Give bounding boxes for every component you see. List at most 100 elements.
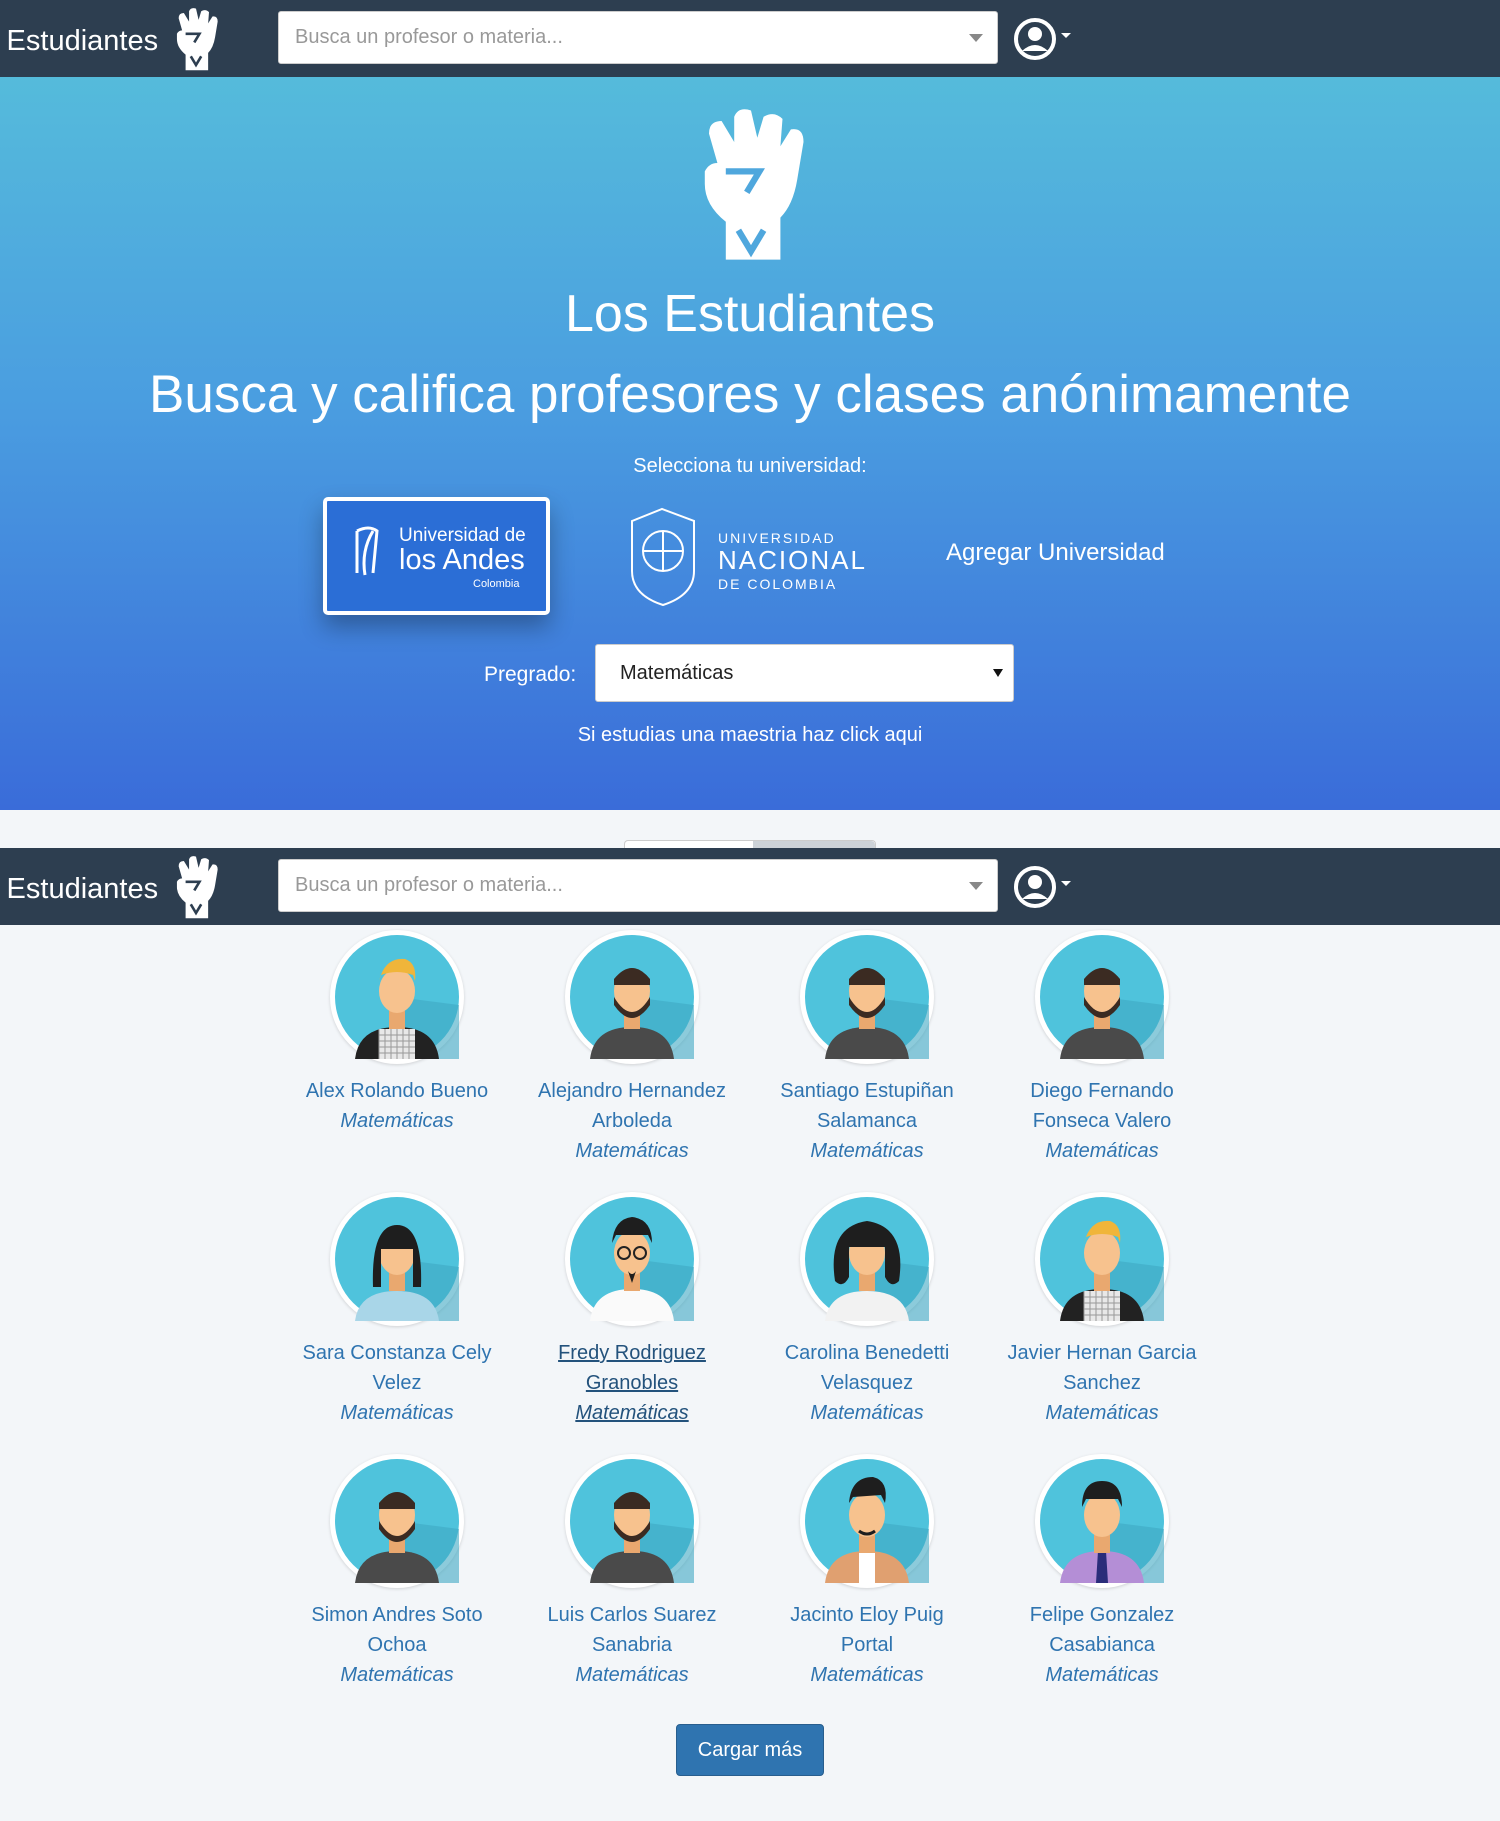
avatar[interactable] [330, 930, 464, 1064]
professor-card[interactable]: Alex Rolando Bueno Matemáticas [282, 930, 512, 1136]
avatar[interactable] [565, 1454, 699, 1588]
university-andes-button[interactable]: Universidad de los Andes Colombia [323, 497, 550, 615]
site-tagline: Busca y califica profesores y clases anó… [149, 365, 1351, 424]
search-box[interactable] [278, 859, 998, 912]
professor-name-link[interactable]: Javier Hernan Garcia Sanchez [987, 1338, 1217, 1398]
top-navbar: s Estudiantes [0, 0, 1500, 77]
professor-avatar-icon [570, 1459, 694, 1583]
professor-department[interactable]: Matemáticas [752, 1398, 982, 1428]
nacional-logo: UNIVERSIDAD NACIONAL DE COLOMBIA [631, 507, 867, 607]
professor-card[interactable]: Simon Andres Soto Ochoa Matemáticas [282, 1454, 512, 1690]
professor-avatar-icon [335, 1197, 459, 1321]
university-nacional-button[interactable]: UNIVERSIDAD NACIONAL DE COLOMBIA [622, 501, 874, 609]
avatar[interactable] [330, 1192, 464, 1326]
caret-down-icon[interactable] [1061, 32, 1071, 38]
user-account-icon[interactable] [1013, 17, 1057, 61]
professor-department[interactable]: Matemáticas [282, 1106, 512, 1136]
tab-switcher[interactable] [624, 840, 876, 849]
pregrado-select[interactable]: Matemáticas [595, 644, 1014, 702]
site-title: Los Estudiantes [564, 285, 936, 343]
fist-logo-icon [177, 7, 218, 70]
professor-name-link[interactable]: Alex Rolando Bueno [282, 1076, 512, 1106]
professor-name-link[interactable]: Diego Fernando Fonseca Valero [987, 1076, 1217, 1136]
maestria-link[interactable]: Si estudias una maestria haz click aqui [0, 724, 1500, 747]
professor-name-link[interactable]: Carolina Benedetti Velasquez [752, 1338, 982, 1398]
professor-card[interactable]: Alejandro Hernandez Arboleda Matemáticas [517, 930, 747, 1166]
professor-department[interactable]: Matemáticas [752, 1660, 982, 1690]
professor-avatar-icon [335, 935, 459, 1059]
professor-avatar-icon [1040, 935, 1164, 1059]
andes-logo: Universidad de los Andes Colombia [355, 525, 526, 590]
professor-card[interactable]: Carolina Benedetti Velasquez Matemáticas [752, 1192, 982, 1428]
pregrado-label: Pregrado: [484, 663, 577, 686]
avatar[interactable] [800, 1454, 934, 1588]
professor-name-link[interactable]: Alejandro Hernandez Arboleda [517, 1076, 747, 1136]
svg-text:UNIVERSIDAD: UNIVERSIDAD [718, 530, 836, 546]
professor-card[interactable]: Javier Hernan Garcia Sanchez Matemáticas [987, 1192, 1217, 1428]
professor-card[interactable]: Sara Constanza Cely Velez Matemáticas [282, 1192, 512, 1428]
fist-logo-icon [177, 855, 218, 918]
hero-section: Los Estudiantes Busca y califica profeso… [0, 77, 1500, 810]
chevron-down-icon[interactable] [969, 34, 983, 42]
professor-avatar-icon [570, 1197, 694, 1321]
professor-department[interactable]: Matemáticas [282, 1398, 512, 1428]
svg-text:Universidad de: Universidad de [399, 525, 526, 546]
professor-avatar-icon [570, 935, 694, 1059]
professor-name-link[interactable]: Felipe Gonzalez Casabianca [987, 1600, 1217, 1660]
professor-department[interactable]: Matemáticas [517, 1398, 747, 1428]
avatar[interactable] [1035, 930, 1169, 1064]
user-menu[interactable] [1013, 863, 1077, 911]
avatar[interactable] [1035, 1454, 1169, 1588]
avatar[interactable] [565, 1192, 699, 1326]
professor-name-link[interactable]: Jacinto Eloy Puig Portal [752, 1600, 982, 1660]
professor-card[interactable]: Luis Carlos Suarez Sanabria Matemáticas [517, 1454, 747, 1690]
avatar[interactable] [800, 1192, 934, 1326]
avatar[interactable] [800, 930, 934, 1064]
avatar[interactable] [330, 1454, 464, 1588]
search-box[interactable] [278, 11, 998, 64]
chevron-down-icon[interactable] [969, 882, 983, 890]
search-input[interactable] [279, 860, 939, 911]
dropdown-arrow-icon[interactable] [993, 669, 1003, 677]
brand-text[interactable]: s Estudiantes [0, 873, 158, 906]
professor-name-link[interactable]: Santiago Estupiñan Salamanca [752, 1076, 982, 1136]
load-more-button[interactable]: Cargar más [676, 1724, 824, 1776]
professor-avatar-icon [1040, 1197, 1164, 1321]
user-account-icon[interactable] [1013, 865, 1057, 909]
professor-name-link[interactable]: Sara Constanza Cely Velez [282, 1338, 512, 1398]
brand[interactable]: s Estudiantes [0, 0, 222, 77]
professor-department[interactable]: Matemáticas [987, 1398, 1217, 1428]
brand[interactable]: s Estudiantes [0, 848, 222, 925]
professor-card[interactable]: Felipe Gonzalez Casabianca Matemáticas [987, 1454, 1217, 1690]
professor-avatar-icon [805, 935, 929, 1059]
professor-card[interactable]: Diego Fernando Fonseca Valero Matemáticas [987, 930, 1217, 1166]
professor-department[interactable]: Matemáticas [282, 1660, 512, 1690]
professor-card[interactable]: Santiago Estupiñan Salamanca Matemáticas [752, 930, 982, 1166]
add-university-link[interactable]: Agregar Universidad [946, 539, 1165, 567]
avatar[interactable] [1035, 1192, 1169, 1326]
professor-card[interactable]: Jacinto Eloy Puig Portal Matemáticas [752, 1454, 982, 1690]
professor-name-link[interactable]: Luis Carlos Suarez Sanabria [517, 1600, 747, 1660]
professor-department[interactable]: Matemáticas [987, 1136, 1217, 1166]
professor-avatar-icon [335, 1459, 459, 1583]
professor-name-link[interactable]: Fredy Rodriguez Granobles [517, 1338, 747, 1398]
professor-department[interactable]: Matemáticas [517, 1660, 747, 1690]
user-menu[interactable] [1013, 15, 1077, 63]
professor-department[interactable]: Matemáticas [752, 1136, 982, 1166]
svg-text:Colombia: Colombia [473, 578, 520, 590]
professor-department[interactable]: Matemáticas [517, 1136, 747, 1166]
professor-department[interactable]: Matemáticas [987, 1660, 1217, 1690]
professor-avatar-icon [805, 1459, 929, 1583]
sticky-navbar: s Estudiantes [0, 848, 1500, 925]
svg-text:los Andes: los Andes [399, 544, 525, 576]
avatar[interactable] [565, 930, 699, 1064]
professor-avatar-icon [805, 1197, 929, 1321]
pregrado-selected-value: Matemáticas [620, 662, 734, 684]
svg-text:NACIONAL: NACIONAL [718, 545, 867, 575]
professor-name-link[interactable]: Simon Andres Soto Ochoa [282, 1600, 512, 1660]
caret-down-icon[interactable] [1061, 880, 1071, 886]
brand-text[interactable]: s Estudiantes [0, 25, 158, 58]
professor-card[interactable]: Fredy Rodriguez Granobles Matemáticas [517, 1192, 747, 1428]
professor-avatar-icon [1040, 1459, 1164, 1583]
search-input[interactable] [279, 12, 939, 63]
